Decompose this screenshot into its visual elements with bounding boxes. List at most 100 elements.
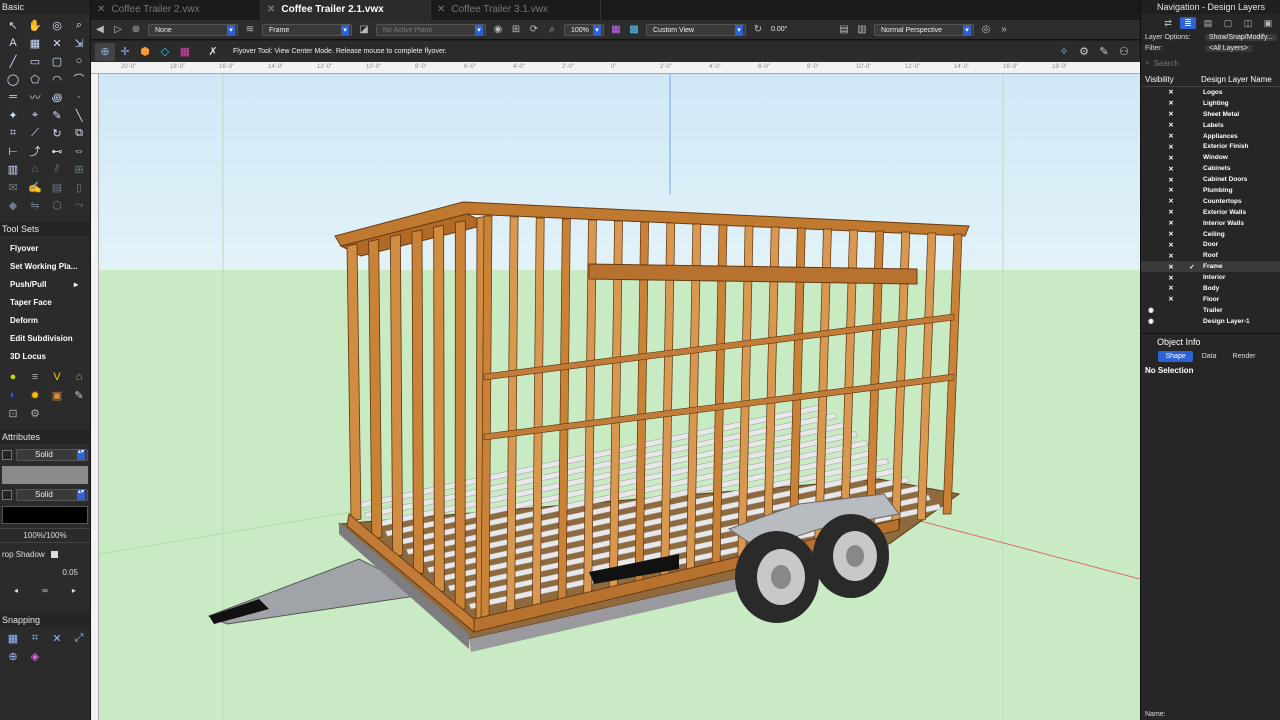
hidden-x-icon[interactable]: ✕	[1161, 186, 1181, 194]
layer-row[interactable]: ✕ Cabinet Doors	[1141, 174, 1280, 185]
polygon-icon[interactable]: ⬠	[24, 70, 46, 88]
fill-color-box[interactable]	[2, 466, 88, 484]
tab-coffee-trailer-2[interactable]: ✕ Coffee Trailer 2.vwx	[91, 0, 261, 20]
bulb-icon[interactable]: ✹	[24, 386, 46, 404]
hidden-x-icon[interactable]: ✕	[1161, 121, 1181, 129]
hidden-x-icon[interactable]: ✕	[1161, 143, 1181, 151]
layer-row[interactable]: ✕ Roof	[1141, 250, 1280, 261]
toolset-item[interactable]: Set Working Pla... ▸	[0, 258, 90, 289]
note-icon[interactable]: ✍	[24, 178, 46, 196]
preferences-gear-icon[interactable]: ⚙	[1074, 43, 1094, 61]
snap-grid-icon[interactable]: ▦	[2, 629, 24, 647]
layer-row[interactable]: ✕ Interior Walls	[1141, 218, 1280, 229]
snap-tangent-icon[interactable]: ⊕	[2, 647, 24, 665]
rotate-icon[interactable]: ↻	[749, 24, 767, 35]
tape-icon[interactable]: ⇔	[68, 142, 90, 160]
classes-tab-icon[interactable]: ⇄	[1160, 17, 1176, 29]
crop-icon[interactable]: ✕	[46, 34, 68, 52]
references-tab-icon[interactable]: ▣	[1260, 17, 1276, 29]
layer-row[interactable]: ✕ ✓ Frame	[1141, 261, 1280, 273]
visible-eye-icon[interactable]: ◉	[1141, 317, 1161, 325]
line-icon[interactable]: ╱	[2, 52, 24, 70]
render-mode-icon[interactable]: ◉	[489, 24, 507, 35]
settings-cross-icon[interactable]: ✗	[203, 43, 223, 61]
window-icon[interactable]: ⊞	[68, 160, 90, 178]
plane-icon[interactable]: ◪	[355, 24, 373, 35]
name-column-header[interactable]: Design Layer Name	[1201, 75, 1272, 84]
arrow-end-icon[interactable]: ▸	[72, 586, 76, 595]
pen-swatch[interactable]	[2, 490, 12, 500]
layer-row[interactable]: ✕ Labels	[1141, 120, 1280, 131]
layer-row[interactable]: ✕ Plumbing	[1141, 185, 1280, 196]
tab-coffee-trailer-3-1[interactable]: ✕ Coffee Trailer 3.1.vwx	[431, 0, 601, 20]
layer-search-field[interactable]: ⌕ Search	[1145, 57, 1276, 69]
3d-point-icon[interactable]: ·	[68, 88, 90, 106]
visible-eye-icon[interactable]: ◉	[1141, 306, 1161, 314]
hidden-x-icon[interactable]: ✕	[1161, 154, 1181, 162]
saved-views-tab-icon[interactable]: ◫	[1240, 17, 1256, 29]
hidden-x-icon[interactable]: ✕	[1161, 295, 1181, 303]
arrow-cursor-icon[interactable]: ↖	[2, 16, 24, 34]
double-line-icon[interactable]: ═	[2, 88, 24, 106]
spiral-icon[interactable]: ꩜	[46, 88, 68, 106]
tab-coffee-trailer-2-1[interactable]: ✕ Coffee Trailer 2.1.vwx	[261, 0, 431, 20]
line-weight-value[interactable]: 0.05	[62, 568, 78, 577]
layer-row[interactable]: ◉ Design Layer-1	[1141, 316, 1280, 327]
path-icon[interactable]: ⤴	[24, 142, 46, 160]
selection-icon[interactable]: ▦	[24, 34, 46, 52]
zoom-icon[interactable]: ⌕	[68, 16, 90, 34]
smart-cursor-icon[interactable]: ⌗	[2, 124, 24, 142]
segment-icon[interactable]: ╲	[68, 106, 90, 124]
eyedropper-icon[interactable]: ⌖	[24, 106, 46, 124]
forward-arrow-icon[interactable]: ▷	[109, 24, 127, 35]
snap-object-icon[interactable]: ⌗	[24, 629, 46, 647]
sheet-layers-tab-icon[interactable]: ▤	[1200, 17, 1216, 29]
hatch-icon[interactable]: ≡	[24, 368, 46, 386]
view-dropdown[interactable]: Custom View	[646, 23, 746, 36]
connector-icon[interactable]: ⟋	[24, 124, 46, 142]
toolset-item[interactable]: Flyover	[0, 240, 90, 258]
mirror-icon[interactable]: ⇋	[24, 196, 46, 214]
eye-icon[interactable]: ◎	[977, 24, 995, 35]
close-icon[interactable]: ✕	[97, 4, 105, 15]
viewports-tab-icon[interactable]: ▢	[1220, 17, 1236, 29]
layer-row[interactable]: ✕ Lighting	[1141, 98, 1280, 109]
hidden-x-icon[interactable]: ✕	[1161, 263, 1181, 271]
layer-options-dropdown[interactable]: Show/Snap/Modify...	[1205, 34, 1277, 41]
v-tool-icon[interactable]: V	[46, 368, 68, 386]
hidden-x-icon[interactable]: ✕	[1161, 165, 1181, 173]
gear-icon[interactable]: ⚙	[24, 404, 46, 422]
toolset-item[interactable]: 3D Locus	[0, 348, 90, 366]
back-arrow-icon[interactable]: ◀	[91, 24, 109, 35]
angle-value[interactable]: 0.00°	[771, 26, 831, 33]
layer-row[interactable]: ✕ Door	[1141, 239, 1280, 250]
tab-data[interactable]: Data	[1195, 351, 1224, 362]
drop-shadow-checkbox[interactable]	[50, 550, 58, 558]
layer-row[interactable]: ✕ Interior	[1141, 272, 1280, 283]
pen-icon[interactable]: ✎	[1094, 43, 1114, 61]
house-icon[interactable]: ⌂	[68, 368, 90, 386]
stair-icon[interactable]: ⫽	[46, 160, 68, 178]
layer-row[interactable]: ✕ Cabinets	[1141, 163, 1280, 174]
pen-style-select[interactable]: Solid	[16, 489, 88, 501]
flyover-eye-icon[interactable]: ◎	[46, 16, 68, 34]
filter-dropdown[interactable]: <All Layers>	[1205, 45, 1252, 52]
close-icon[interactable]: ✕	[437, 4, 445, 15]
rounded-rect-icon[interactable]: ▢	[46, 52, 68, 70]
snap-surface-icon[interactable]: ◈	[24, 647, 46, 665]
design-layers-tab-icon[interactable]: ≣	[1180, 17, 1196, 29]
rectangle-icon[interactable]: ▭	[24, 52, 46, 70]
snap-angle-icon[interactable]: ✕	[46, 629, 68, 647]
tab-render[interactable]: Render	[1226, 351, 1263, 362]
brush-icon[interactable]: ✎	[68, 386, 90, 404]
flyover-cursor-icon[interactable]: ✛	[115, 43, 135, 61]
zoom-dropdown[interactable]: 100%	[564, 23, 604, 36]
fill-style-select[interactable]: Solid	[16, 449, 88, 461]
hidden-x-icon[interactable]: ✕	[1161, 197, 1181, 205]
more-options-icon[interactable]: »	[995, 24, 1013, 35]
arrow-start-icon[interactable]: ◂	[14, 586, 18, 595]
hidden-x-icon[interactable]: ✕	[1161, 230, 1181, 238]
projection-dropdown[interactable]: Normal Perspective	[874, 23, 974, 36]
hidden-x-icon[interactable]: ✕	[1161, 110, 1181, 118]
polyline-icon[interactable]: ⌒	[68, 70, 90, 88]
